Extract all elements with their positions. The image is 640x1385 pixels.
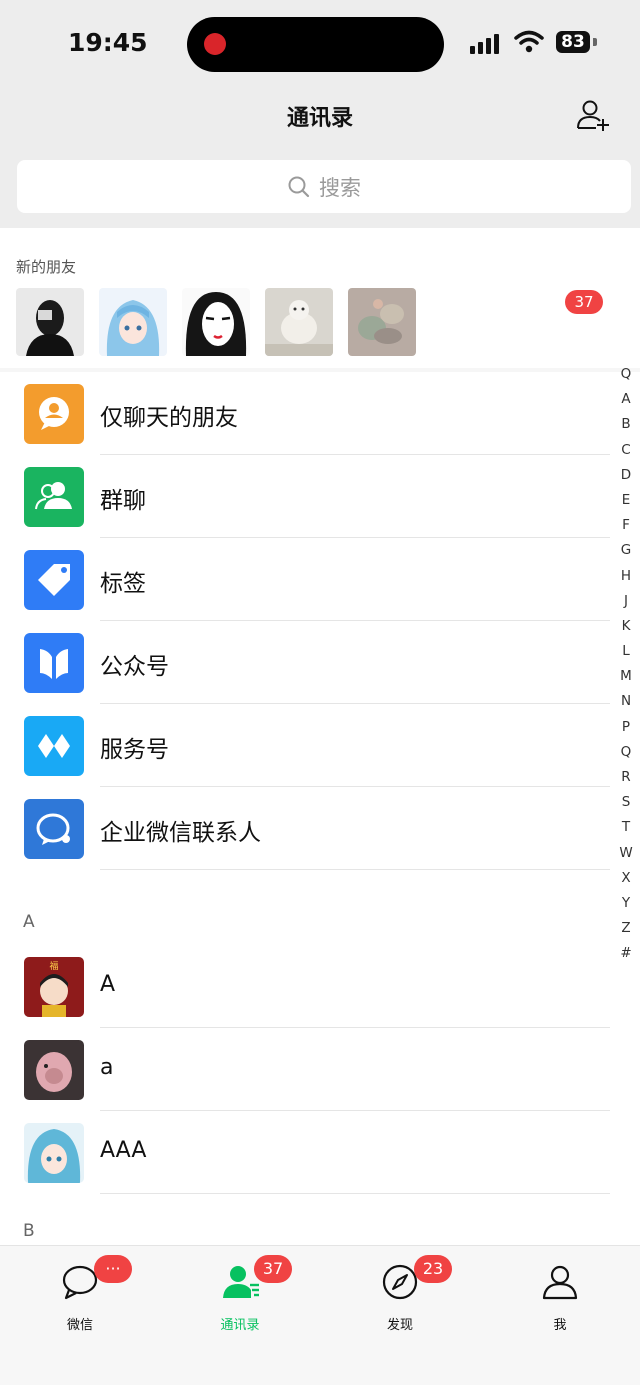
index-letter[interactable]: E <box>611 492 640 517</box>
tab-label: 微信 <box>66 1318 93 1333</box>
index-letter[interactable]: Q <box>611 744 640 769</box>
index-letter[interactable]: X <box>611 870 640 895</box>
official-account-icon <box>24 633 84 693</box>
contact-name: A <box>100 972 116 997</box>
index-letter[interactable]: P <box>611 719 640 744</box>
new-friend-avatar[interactable] <box>99 288 167 356</box>
index-letter[interactable]: Z <box>611 920 640 945</box>
chat-only-friends-icon <box>24 384 84 444</box>
chat-only-friends-row[interactable]: 仅聊天的朋友 <box>0 372 610 455</box>
index-letter[interactable]: W <box>611 845 640 870</box>
divider <box>100 1193 610 1194</box>
index-letter[interactable]: M <box>611 668 640 693</box>
cellular-signal-icon <box>470 34 499 54</box>
tab-label: 发现 <box>386 1318 413 1333</box>
official-accounts-label: 公众号 <box>100 654 169 680</box>
index-letter[interactable]: Y <box>611 895 640 920</box>
enterprise-contacts-row[interactable]: 企业微信联系人 <box>0 787 610 870</box>
page-title: 通讯录 <box>286 106 353 131</box>
status-bar: 19:45 83 <box>0 0 640 90</box>
tab-me[interactable]: 我 <box>480 1246 640 1346</box>
contact-name: AAA <box>100 1138 147 1163</box>
group-chat-label: 群聊 <box>100 488 146 514</box>
index-letter[interactable]: B <box>611 416 640 441</box>
tab-badge: ··· <box>94 1255 132 1283</box>
new-friends-badge: 37 <box>565 290 603 314</box>
wifi-icon <box>514 30 544 53</box>
index-letter[interactable]: R <box>611 769 640 794</box>
alphabet-index[interactable]: Q A B C D E F G H J K L M N P Q R S T W X Y Z # <box>611 366 640 971</box>
index-letter[interactable]: J <box>611 593 640 618</box>
nav-bar: 通讯录 <box>0 90 640 146</box>
enterprise-wechat-icon <box>24 799 84 859</box>
index-letter[interactable]: L <box>611 643 640 668</box>
contact-avatar <box>24 1040 84 1100</box>
index-letter[interactable]: Q <box>611 366 640 391</box>
dynamic-island <box>187 17 444 72</box>
enterprise-contacts-label: 企业微信联系人 <box>100 820 261 846</box>
new-friend-avatar[interactable] <box>348 288 416 356</box>
battery-tip <box>593 38 597 46</box>
tab-discover[interactable]: 23 发现 <box>320 1246 480 1346</box>
group-chat-icon <box>24 467 84 527</box>
index-letter[interactable]: A <box>611 391 640 416</box>
recording-indicator-icon <box>204 33 226 55</box>
service-account-icon <box>24 716 84 776</box>
section-header-a: A <box>23 912 35 932</box>
tags-row[interactable]: 标签 <box>0 538 610 621</box>
divider <box>100 869 610 870</box>
group-chat-row[interactable]: 群聊 <box>0 455 610 538</box>
index-letter[interactable]: G <box>611 542 640 567</box>
chat-only-friends-label: 仅聊天的朋友 <box>100 405 238 431</box>
official-accounts-row[interactable]: 公众号 <box>0 621 610 704</box>
contact-name: a <box>100 1055 114 1080</box>
index-letter[interactable]: F <box>611 517 640 542</box>
index-letter[interactable]: D <box>611 467 640 492</box>
new-friends-label: 新的朋友 <box>16 258 77 276</box>
battery-level: 83 <box>556 31 590 53</box>
section-header-b: B <box>23 1221 35 1241</box>
search-placeholder: 搜索 <box>319 175 361 200</box>
index-letter[interactable]: # <box>611 945 640 970</box>
search-icon <box>288 176 310 197</box>
svg-text:福: 福 <box>49 960 58 972</box>
search-bar[interactable]: 搜索 <box>17 160 631 213</box>
add-friend-icon[interactable] <box>575 97 611 133</box>
tab-badge: 23 <box>414 1255 452 1283</box>
index-letter[interactable]: C <box>611 442 640 467</box>
index-letter[interactable]: H <box>611 568 640 593</box>
service-accounts-row[interactable]: 服务号 <box>0 704 610 787</box>
service-accounts-label: 服务号 <box>100 737 169 763</box>
tab-label: 我 <box>553 1318 567 1333</box>
index-letter[interactable]: T <box>611 819 640 844</box>
profile-icon <box>542 1265 578 1300</box>
index-letter[interactable]: K <box>611 618 640 643</box>
new-friend-avatar[interactable] <box>16 288 84 356</box>
contact-row[interactable]: 福 A <box>0 945 610 1028</box>
tab-contacts[interactable]: 37 通讯录 <box>160 1246 320 1346</box>
index-letter[interactable]: N <box>611 693 640 718</box>
contact-row[interactable]: a <box>0 1028 610 1111</box>
contact-avatar <box>24 1123 84 1183</box>
tab-chats[interactable]: ··· 微信 <box>0 1246 160 1346</box>
contacts-list[interactable]: 新的朋友 37 仅聊天的朋友 群聊 标签 公众号 服务号 企业微信联系人 A 福… <box>0 228 640 1245</box>
tag-icon <box>24 550 84 610</box>
new-friend-avatar[interactable] <box>265 288 333 356</box>
contact-row[interactable]: AAA <box>0 1111 610 1194</box>
tab-badge: 37 <box>254 1255 292 1283</box>
tab-bar: ··· 微信 37 通讯录 23 发现 我 <box>0 1245 640 1385</box>
contact-avatar: 福 <box>24 957 84 1017</box>
status-time: 19:45 <box>68 28 148 57</box>
tags-label: 标签 <box>100 571 146 597</box>
tab-label: 通讯录 <box>220 1318 260 1333</box>
index-letter[interactable]: S <box>611 794 640 819</box>
new-friend-avatar[interactable] <box>182 288 250 356</box>
